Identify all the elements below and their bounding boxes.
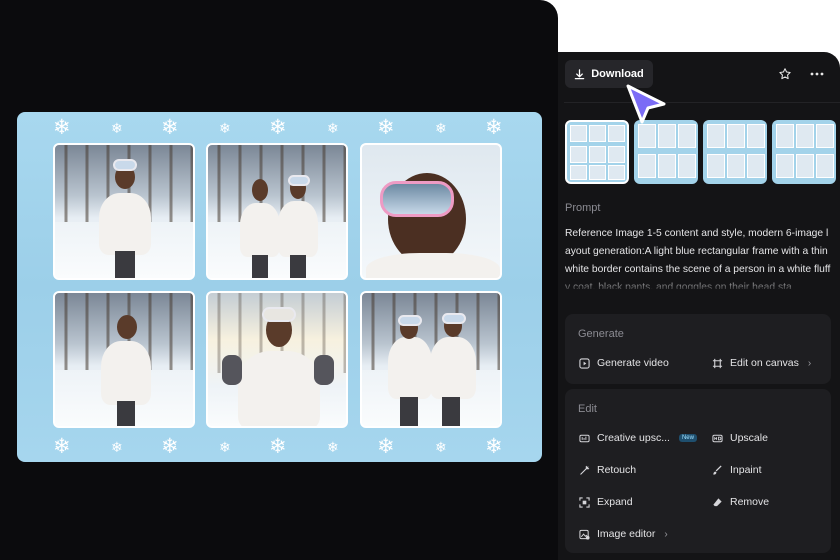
snowflake-decoration: ❄ [219,120,231,136]
photo-tile [206,291,348,428]
thumbnail-4[interactable] [772,120,836,184]
creative-upscale-button[interactable]: Creative upsc... New [578,432,697,444]
remove-button[interactable]: Remove [711,496,769,508]
edit-card: Edit Creative upsc... New Upscale Retouc… [565,389,831,553]
divider [564,102,840,103]
upscale-creative-icon [578,432,590,444]
snowflake-decoration: ❄ [111,120,123,136]
photo-tile [53,143,195,280]
image-editor-button[interactable]: Image editor › [578,528,668,540]
edit-on-canvas-label: Edit on canvas [730,357,799,369]
creative-upscale-label: Creative upsc... [597,432,670,444]
snowflake-decoration: ❄ [377,435,395,458]
upscale-label: Upscale [730,432,768,444]
star-icon [779,68,791,80]
snowflake-decoration: ❄ [435,120,447,136]
play-icon [578,357,590,369]
expand-icon [578,496,590,508]
retouch-label: Retouch [597,464,637,476]
generate-card: Generate Generate video Edit on canvas › [565,314,831,384]
remove-label: Remove [730,496,770,508]
chevron-right-icon: › [807,357,812,369]
generate-heading: Generate [578,328,624,340]
snowflake-decoration: ❄ [53,435,71,458]
image-editor-label: Image editor [597,528,656,540]
snowflake-decoration: ❄ [327,120,339,136]
prompt-fade [565,277,833,293]
photo-tile [53,291,195,428]
favorite-button[interactable] [774,63,796,85]
generate-video-button[interactable]: Generate video [578,357,669,369]
cursor-pointer-icon [624,82,668,131]
image-stage: ❄ ❄ ❄ ❄ ❄ ❄ ❄ ❄ ❄ ❄ ❄ ❄ ❄ ❄ ❄ ❄ ❄ ❄ [0,0,558,560]
download-label: Download [591,68,644,80]
expand-button[interactable]: Expand [578,496,633,508]
brush-icon [711,464,723,476]
chevron-right-icon: › [664,528,668,540]
inpaint-button[interactable]: Inpaint [711,464,762,476]
details-panel: Download Prompt Reference Image 1-5 cont… [558,52,840,560]
hd-icon [711,432,723,444]
snowflake-decoration: ❄ [111,439,123,455]
snowflake-decoration: ❄ [269,435,287,458]
more-button[interactable] [806,63,828,85]
snowflake-decoration: ❄ [485,116,503,139]
eraser-icon [711,496,723,508]
retouch-button[interactable]: Retouch [578,464,636,476]
generated-image[interactable]: ❄ ❄ ❄ ❄ ❄ ❄ ❄ ❄ ❄ ❄ ❄ ❄ ❄ ❄ ❄ ❄ ❄ ❄ [17,112,542,462]
snowflake-decoration: ❄ [327,439,339,455]
photo-tile [360,143,502,280]
photo-tile [206,143,348,280]
generate-video-label: Generate video [597,357,669,369]
download-icon [574,68,585,79]
edit-heading: Edit [578,403,597,415]
photo-tile [360,291,502,428]
image-edit-icon [578,528,590,540]
snowflake-decoration: ❄ [53,116,71,139]
more-horizontal-icon [810,72,824,76]
snowflake-decoration: ❄ [219,439,231,455]
snowflake-decoration: ❄ [377,116,395,139]
thumbnail-1[interactable] [565,120,629,184]
thumbnail-3[interactable] [703,120,767,184]
inpaint-label: Inpaint [730,464,762,476]
snowflake-decoration: ❄ [435,439,447,455]
snowflake-decoration: ❄ [161,116,179,139]
snowflake-decoration: ❄ [485,435,503,458]
canvas-icon [711,357,723,369]
expand-label: Expand [597,496,633,508]
snowflake-decoration: ❄ [161,435,179,458]
edit-on-canvas-button[interactable]: Edit on canvas › [711,357,811,369]
magic-wand-icon [578,464,590,476]
upscale-button[interactable]: Upscale [711,432,768,444]
new-badge: New [678,434,697,442]
snowflake-decoration: ❄ [269,116,287,139]
prompt-heading: Prompt [565,202,601,214]
